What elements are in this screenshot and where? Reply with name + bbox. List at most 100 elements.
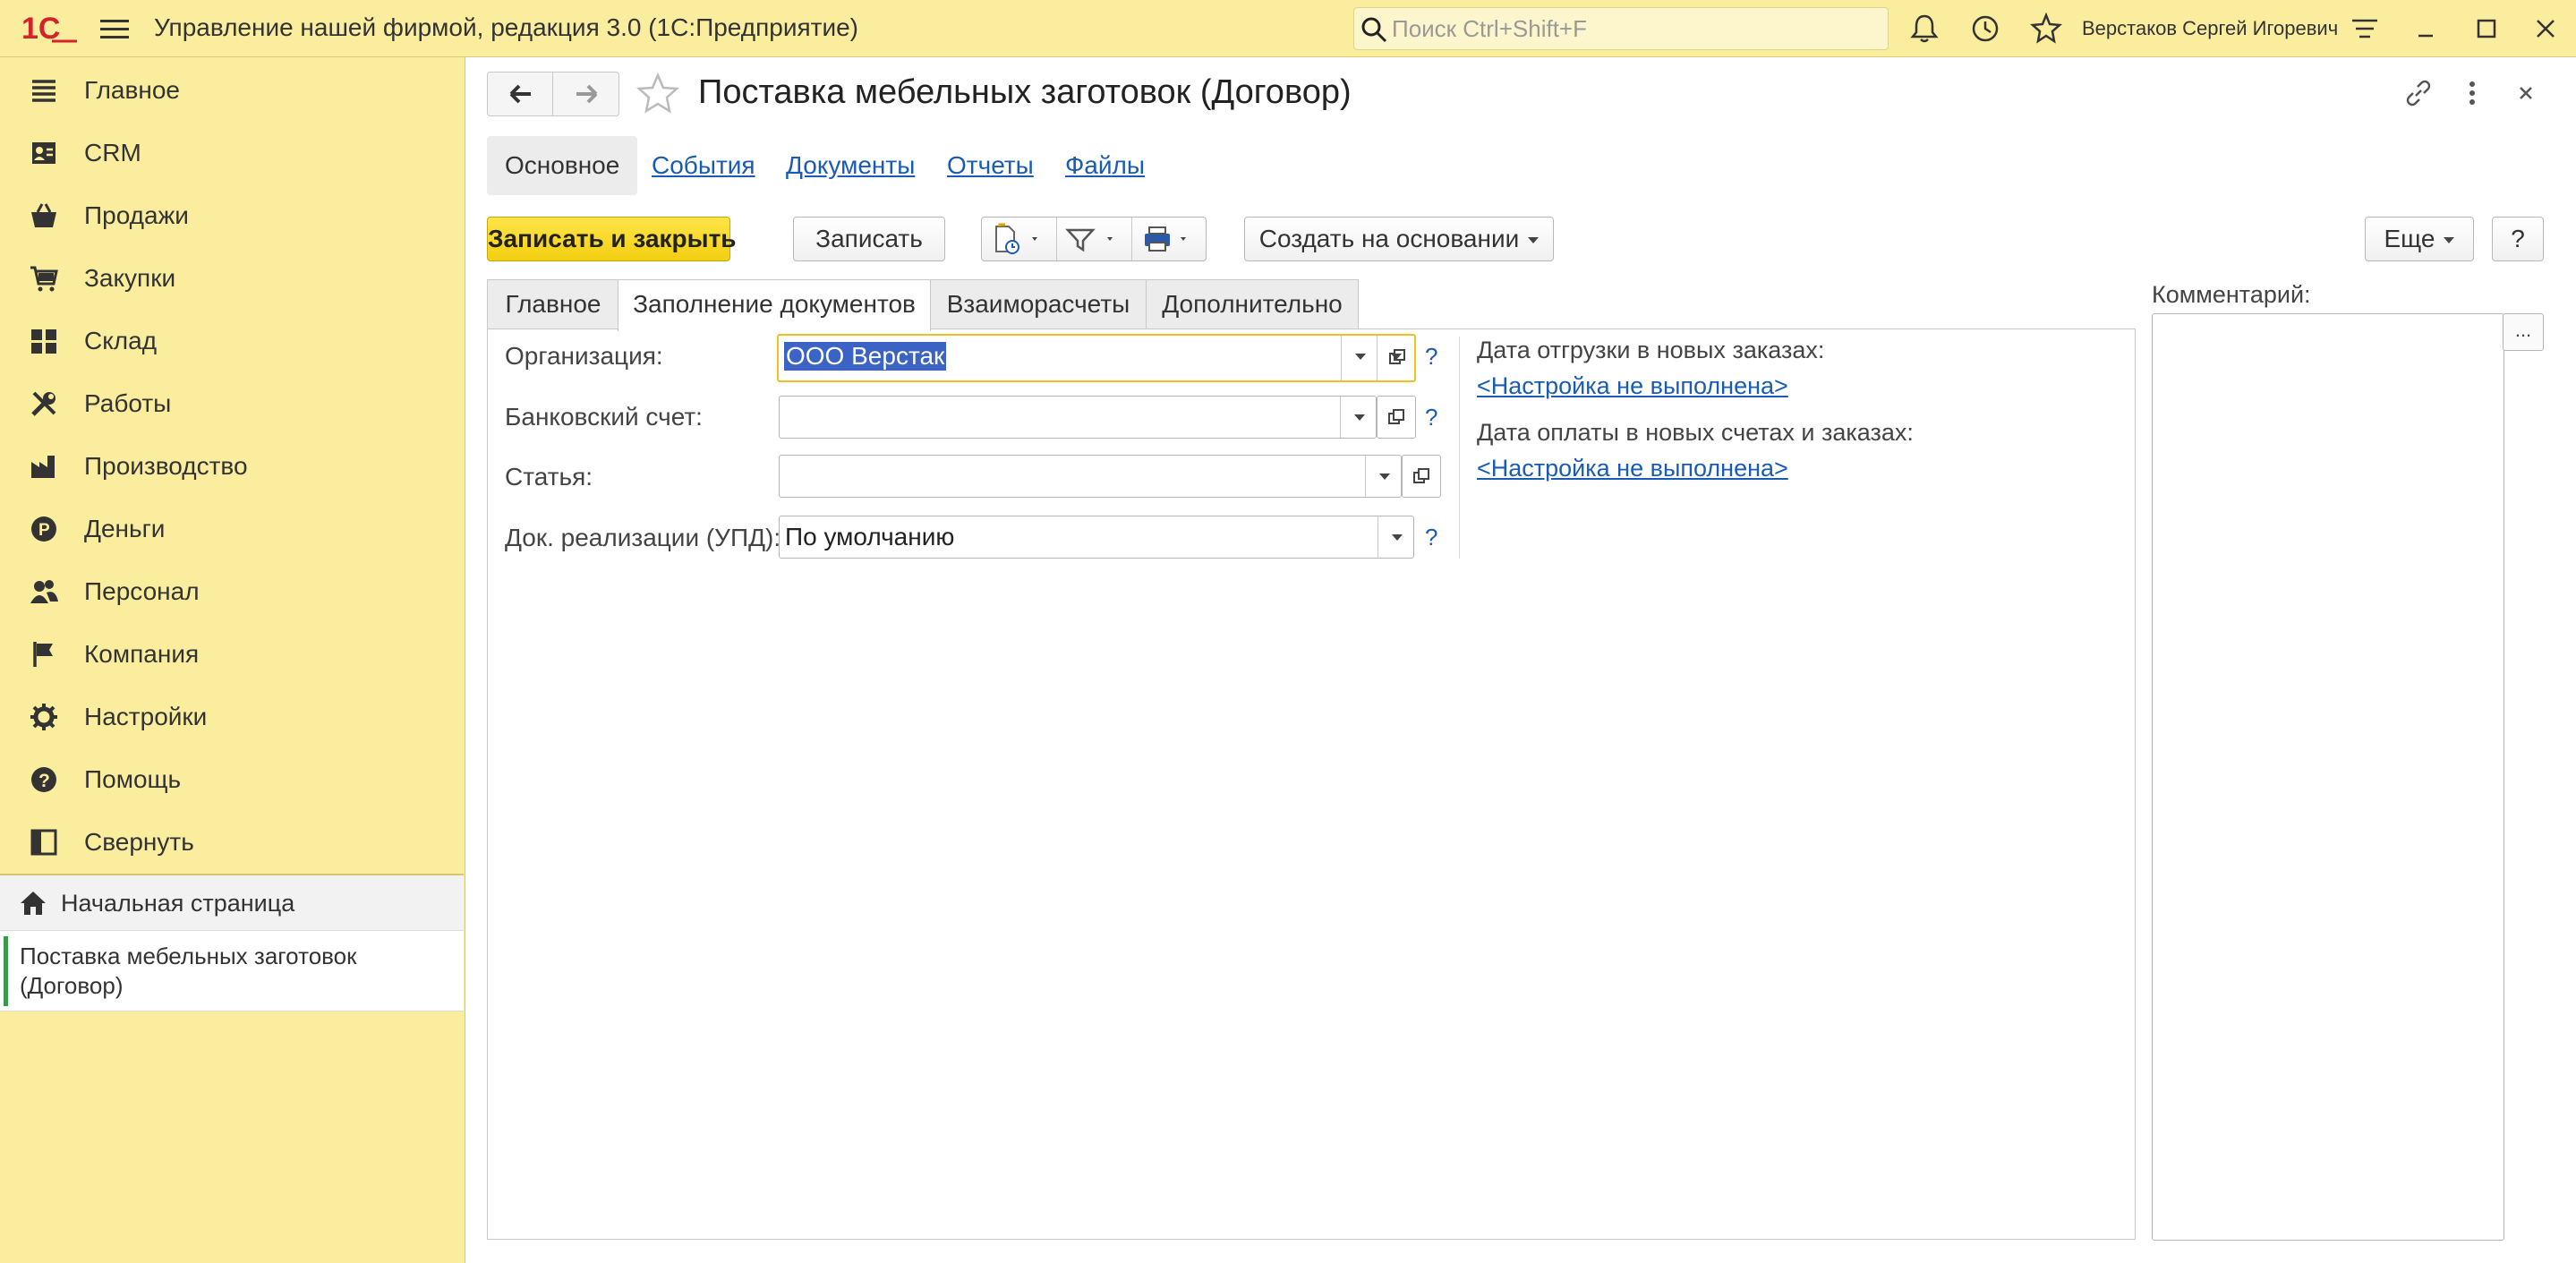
shipment-date-label: Дата отгрузки в новых заказах: bbox=[1477, 337, 1825, 363]
bank-account-open-button[interactable] bbox=[1377, 396, 1416, 439]
sidebar-item-crm[interactable]: CRM bbox=[0, 122, 464, 183]
print-button[interactable] bbox=[1132, 218, 1206, 260]
organization-field[interactable]: ООО Верстак bbox=[777, 334, 1416, 382]
filter-icon bbox=[1065, 228, 1113, 252]
flag-icon bbox=[33, 642, 53, 667]
tab-main[interactable]: Главное bbox=[487, 279, 619, 329]
list-icon bbox=[32, 80, 55, 102]
shipment-date-setup-link[interactable]: <Настройка не выполнена> bbox=[1477, 372, 1788, 400]
organization-dropdown-button[interactable] bbox=[1341, 336, 1377, 380]
sidebar-item-personnel[interactable]: Персонал bbox=[0, 560, 464, 621]
document-clock-icon bbox=[995, 223, 1037, 254]
basket-icon bbox=[31, 203, 56, 227]
help-icon: ? bbox=[31, 767, 56, 792]
back-button[interactable] bbox=[488, 73, 553, 115]
tab-additional[interactable]: Дополнительно bbox=[1146, 279, 1359, 329]
forward-button[interactable] bbox=[554, 73, 619, 115]
sales-doc-label: Док. реализации (УПД): bbox=[505, 524, 781, 551]
form-title: Поставка мебельных заготовок (Договор) bbox=[698, 73, 1352, 111]
favorite-star-icon[interactable] bbox=[635, 72, 680, 116]
close-window-icon[interactable] bbox=[2529, 13, 2562, 45]
bank-account-field[interactable] bbox=[779, 396, 1377, 439]
history-icon[interactable] bbox=[1969, 13, 2001, 45]
home-page-item[interactable]: Начальная страница bbox=[0, 875, 464, 931]
sales-doc-help[interactable]: ? bbox=[1425, 524, 1437, 551]
bank-account-dropdown-button[interactable] bbox=[1340, 397, 1376, 438]
help-button[interactable]: ? bbox=[2492, 217, 2544, 261]
settings-sliders-icon[interactable] bbox=[2349, 13, 2381, 45]
comment-textarea[interactable] bbox=[2152, 313, 2504, 1241]
save-and-close-button[interactable]: Записать и закрыть bbox=[487, 217, 737, 261]
section-main[interactable]: Основное bbox=[487, 136, 638, 195]
sidebar-item-sales[interactable]: Продажи bbox=[0, 184, 464, 245]
tab-settlements[interactable]: Взаиморасчеты bbox=[929, 279, 1147, 329]
sidebar-item-help[interactable]: ? Помощь bbox=[0, 748, 464, 809]
arrow-right-icon bbox=[576, 84, 598, 104]
1c-logo-icon: 1С bbox=[21, 12, 77, 46]
cart-icon bbox=[30, 266, 58, 292]
sidebar-item-warehouse[interactable]: Склад bbox=[0, 310, 464, 371]
payment-date-setup-link[interactable]: <Настройка не выполнена> bbox=[1477, 455, 1788, 482]
organization-value: ООО Верстак bbox=[784, 342, 947, 371]
sidebar-item-company[interactable]: Компания bbox=[0, 623, 464, 684]
svg-text:?: ? bbox=[38, 771, 50, 791]
contacts-card-icon bbox=[32, 142, 55, 164]
favorites-star-icon[interactable] bbox=[2030, 13, 2062, 45]
top-bar: 1С Управление нашей фирмой, редакция 3.0… bbox=[0, 0, 2576, 57]
tab-documents-fill[interactable]: Заполнение документов bbox=[618, 279, 931, 331]
sidebar-item-settings[interactable]: Настройки bbox=[0, 686, 464, 747]
save-button[interactable]: Записать bbox=[793, 217, 945, 261]
window-title: Управление нашей фирмой, редакция 3.0 (1… bbox=[154, 13, 858, 41]
sales-doc-value: По умолчанию bbox=[785, 523, 955, 550]
sidebar-item-collapse[interactable]: Свернуть bbox=[0, 811, 464, 872]
bank-account-help[interactable]: ? bbox=[1425, 404, 1437, 431]
article-field[interactable] bbox=[779, 455, 1402, 498]
warehouse-icon bbox=[31, 329, 56, 354]
tools-icon bbox=[31, 391, 56, 416]
user-name[interactable]: Верстаков Сергей Игоревич bbox=[2082, 17, 2338, 40]
bell-icon[interactable] bbox=[1908, 13, 1941, 45]
sidebar-item-production[interactable]: Производство bbox=[0, 435, 464, 496]
factory-icon bbox=[31, 456, 55, 478]
minimize-icon[interactable] bbox=[2410, 13, 2442, 45]
coin-icon: Р bbox=[31, 516, 56, 542]
open-window-item[interactable]: Поставка мебельных заготовок (Договор) bbox=[0, 931, 464, 1011]
open-window-icon bbox=[1389, 349, 1405, 364]
article-open-button[interactable] bbox=[1402, 455, 1441, 498]
close-form-icon[interactable] bbox=[2508, 75, 2544, 111]
open-window-icon bbox=[1388, 409, 1404, 424]
search-input[interactable] bbox=[1390, 13, 1873, 44]
more-vertical-icon[interactable] bbox=[2454, 75, 2490, 111]
search-icon bbox=[1361, 17, 1387, 43]
create-based-on-button[interactable]: Создать на основании bbox=[1244, 217, 1554, 261]
organization-help[interactable]: ? bbox=[1425, 343, 1437, 371]
sidebar-item-works[interactable]: Работы bbox=[0, 372, 464, 433]
dropdown-arrow-icon bbox=[2444, 237, 2455, 244]
more-button[interactable]: Еще bbox=[2365, 217, 2474, 261]
article-label: Статья: bbox=[505, 463, 593, 491]
collapse-icon bbox=[30, 829, 57, 856]
search-box[interactable] bbox=[1353, 7, 1889, 50]
gear-icon bbox=[30, 704, 57, 730]
article-dropdown-button[interactable] bbox=[1365, 456, 1401, 497]
sidebar-item-purchases[interactable]: Закупки bbox=[0, 247, 464, 308]
sidebar-item-main[interactable]: Главное bbox=[0, 59, 464, 120]
section-documents[interactable]: Документы bbox=[786, 136, 915, 195]
main-menu-icon[interactable] bbox=[97, 14, 132, 43]
comment-edit-button[interactable]: ... bbox=[2503, 313, 2544, 351]
link-icon[interactable] bbox=[2401, 75, 2436, 111]
organization-label: Организация: bbox=[505, 342, 663, 370]
related-docs-button[interactable] bbox=[982, 218, 1057, 260]
sidebar: Главное CRM Продажи Закупки Склад Работы… bbox=[0, 57, 465, 1263]
section-events[interactable]: События bbox=[652, 136, 755, 195]
section-reports[interactable]: Отчеты bbox=[947, 136, 1034, 195]
organization-open-button[interactable] bbox=[1377, 336, 1416, 380]
home-icon bbox=[21, 892, 46, 915]
comment-label: Комментарий: bbox=[2152, 281, 2311, 308]
section-files[interactable]: Файлы bbox=[1065, 136, 1145, 195]
maximize-icon[interactable] bbox=[2470, 13, 2503, 45]
filter-button[interactable] bbox=[1057, 218, 1132, 260]
sales-doc-field[interactable]: По умолчанию bbox=[779, 516, 1414, 559]
sales-doc-dropdown-button[interactable] bbox=[1378, 516, 1413, 558]
sidebar-item-money[interactable]: Р Деньги bbox=[0, 498, 464, 559]
